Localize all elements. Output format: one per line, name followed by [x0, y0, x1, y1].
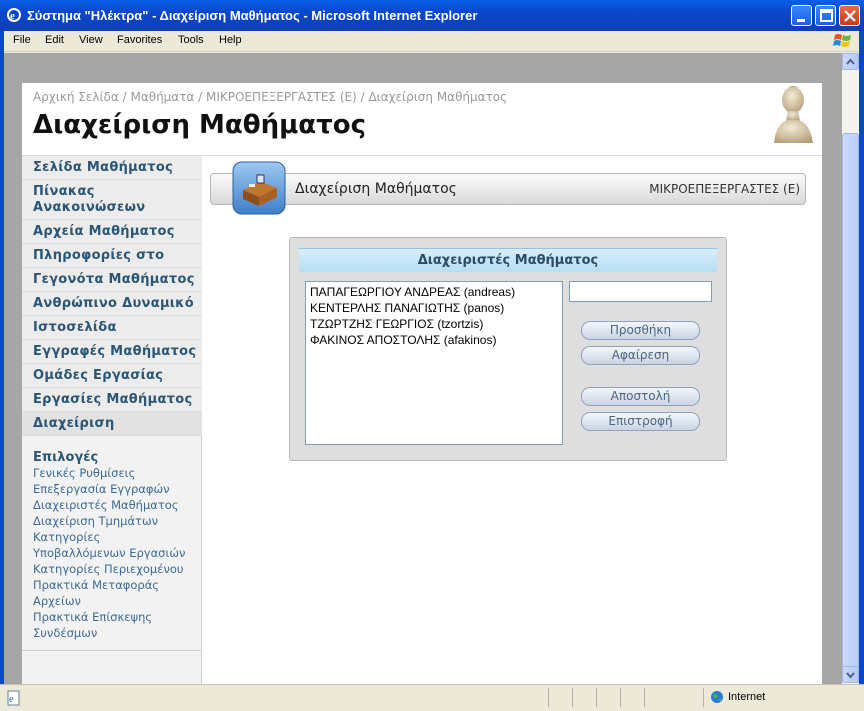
menu-help[interactable]: Help — [219, 34, 242, 46]
sidebar-item-staff[interactable]: Ανθρώπινο Δυναμικό — [22, 292, 202, 316]
status-separator — [572, 688, 573, 707]
sidebar-item-course-website[interactable]: Ιστοσελίδα Μαθήματος — [22, 316, 202, 359]
globe-icon — [711, 691, 723, 703]
status-separator — [596, 688, 597, 707]
maximize-button[interactable] — [815, 5, 836, 26]
scroll-down-button[interactable] — [842, 666, 859, 683]
maximize-icon — [820, 9, 833, 22]
svg-text:e: e — [10, 10, 15, 22]
security-zone: Internet — [728, 691, 766, 703]
list-item[interactable]: ΤΖΩΡΤΖΗΣ ΓΕΩΡΓΙΟΣ (tzortzis) — [310, 316, 558, 332]
sidebar-item-course-page[interactable]: Σελίδα Μαθήματος — [22, 156, 202, 180]
desk-icon — [232, 161, 286, 215]
page-icon: e — [7, 690, 20, 706]
close-button[interactable] — [839, 5, 860, 26]
back-button[interactable]: Επιστροφή — [581, 412, 700, 431]
panel-title: Διαχειριστές Μαθήματος — [299, 248, 717, 272]
scroll-up-button[interactable] — [842, 53, 859, 70]
option-content-categories[interactable]: Κατηγορίες Περιεχομένου — [33, 562, 184, 576]
admins-listbox[interactable]: ΠΑΠΑΓΕΩΡΓΙΟΥ ΑΝΔΡΕΑΣ (andreas) ΚΕΝΤΕΡΛΗΣ… — [305, 281, 563, 445]
browser-viewport: Αρχική Σελίδα / Μαθήματα / ΜΙΚΡΟΕΠΕΞΕΡΓΑ… — [4, 53, 842, 684]
sidebar-item-announcements[interactable]: Πίνακας Ανακοινώσεων — [22, 180, 202, 220]
list-item[interactable]: ΠΑΠΑΓΕΩΡΓΙΟΥ ΑΝΔΡΕΑΣ (andreas) — [310, 284, 558, 300]
status-separator — [548, 688, 549, 707]
sidebar-bottom-rule — [22, 650, 202, 651]
scroll-thumb[interactable] — [842, 133, 859, 669]
sidebar-item-course-events[interactable]: Γεγονότα Μαθήματος — [22, 268, 202, 292]
window-title: Σύστημα "Ηλέκτρα" - Διαχείριση Μαθήματος… — [27, 8, 478, 23]
status-separator — [703, 688, 704, 707]
close-icon — [844, 10, 856, 22]
option-file-transfer-logs-cont[interactable]: Αρχείων — [33, 594, 81, 608]
chevron-up-icon — [846, 58, 855, 65]
course-name: ΜΙΚΡΟΕΠΕΞΕΡΓΑΣΤΕΣ (Ε) — [649, 182, 800, 196]
page-title: Διαχείριση Μαθήματος — [33, 110, 367, 140]
option-submitted-assignments[interactable]: Υποβαλλόμενων Εργασιών — [33, 546, 185, 560]
option-visit-logs[interactable]: Πρακτικά Επίσκεψης — [33, 610, 152, 624]
chevron-down-icon — [846, 672, 855, 679]
list-item[interactable]: ΦΑΚΙΝΟΣ ΑΠΟΣΤΟΛΗΣ (afakinos) — [310, 332, 558, 348]
remove-button[interactable]: Αφαίρεση — [581, 346, 700, 365]
window-border-right — [859, 31, 864, 711]
options-heading: Επιλογές — [33, 450, 99, 465]
vertical-scrollbar[interactable] — [842, 53, 859, 684]
menu-favorites[interactable]: Favorites — [117, 34, 162, 46]
option-file-transfer-logs[interactable]: Πρακτικά Μεταφοράς — [33, 578, 159, 592]
svg-text:e: e — [9, 694, 14, 705]
list-item[interactable]: ΚΕΝΤΕΡΛΗΣ ΠΑΝΑΓΙΩΤΗΣ (panos) — [310, 300, 558, 316]
breadcrumb[interactable]: Αρχική Σελίδα / Μαθήματα / ΜΙΚΡΟΕΠΕΞΕΡΓΑ… — [33, 90, 507, 104]
sidebar-item-enrollments[interactable]: Εγγραφές Μαθήματος — [22, 340, 202, 364]
option-manage-sections[interactable]: Διαχείριση Τμημάτων — [33, 514, 158, 528]
bust-logo-icon — [774, 86, 813, 143]
submit-button[interactable]: Αποστολή — [581, 387, 700, 406]
course-admins-panel: Διαχειριστές Μαθήματος ΠΑΠΑΓΕΩΡΓΙΟΥ ΑΝΔΡ… — [289, 237, 727, 461]
add-button[interactable]: Προσθήκη — [581, 321, 700, 340]
section-header-bar: Διαχείριση Μαθήματος ΜΙΚΡΟΕΠΕΞΕΡΓΑΣΤΕΣ (… — [210, 173, 806, 205]
sidebar: Σελίδα Μαθήματος Πίνακας Ανακοινώσεων Αρ… — [22, 156, 202, 684]
username-input[interactable] — [569, 281, 712, 302]
ie-icon: e — [7, 8, 21, 22]
window-titlebar: e Σύστημα "Ηλέκτρα" - Διαχείριση Μαθήματ… — [0, 0, 864, 31]
status-bar: e Internet — [0, 684, 864, 711]
option-categories[interactable]: Κατηγορίες — [33, 530, 100, 544]
sidebar-item-admin[interactable]: Διαχείριση — [22, 412, 202, 436]
minimize-icon — [797, 19, 805, 22]
minimize-button[interactable] — [791, 5, 812, 26]
status-separator — [620, 688, 621, 707]
windows-logo-icon — [833, 34, 851, 47]
option-course-admins[interactable]: Διαχειριστές Μαθήματος — [33, 498, 179, 512]
menu-view[interactable]: View — [79, 34, 103, 46]
sidebar-item-course-files[interactable]: Αρχεία Μαθήματος — [22, 220, 202, 244]
status-separator — [644, 688, 645, 707]
sidebar-item-web-info[interactable]: Πληροφορίες στο Web — [22, 244, 202, 287]
option-edit-enrollments[interactable]: Επεξεργασία Εγγραφών — [33, 482, 170, 496]
option-visit-logs-cont[interactable]: Συνδέσμων — [33, 626, 97, 640]
sidebar-item-assignments[interactable]: Εργασίες Μαθήματος — [22, 388, 202, 412]
page-content: Αρχική Σελίδα / Μαθήματα / ΜΙΚΡΟΕΠΕΞΕΡΓΑ… — [22, 83, 822, 684]
option-general-settings[interactable]: Γενικές Ρυθμίσεις — [33, 466, 135, 480]
menu-bar: File Edit View Favorites Tools Help — [0, 31, 864, 52]
sidebar-item-workgroups[interactable]: Ομάδες Εργασίας — [22, 364, 202, 388]
menu-file[interactable]: File — [13, 34, 31, 46]
menu-edit[interactable]: Edit — [45, 34, 64, 46]
section-title: Διαχείριση Μαθήματος — [295, 181, 457, 197]
menu-tools[interactable]: Tools — [178, 34, 204, 46]
